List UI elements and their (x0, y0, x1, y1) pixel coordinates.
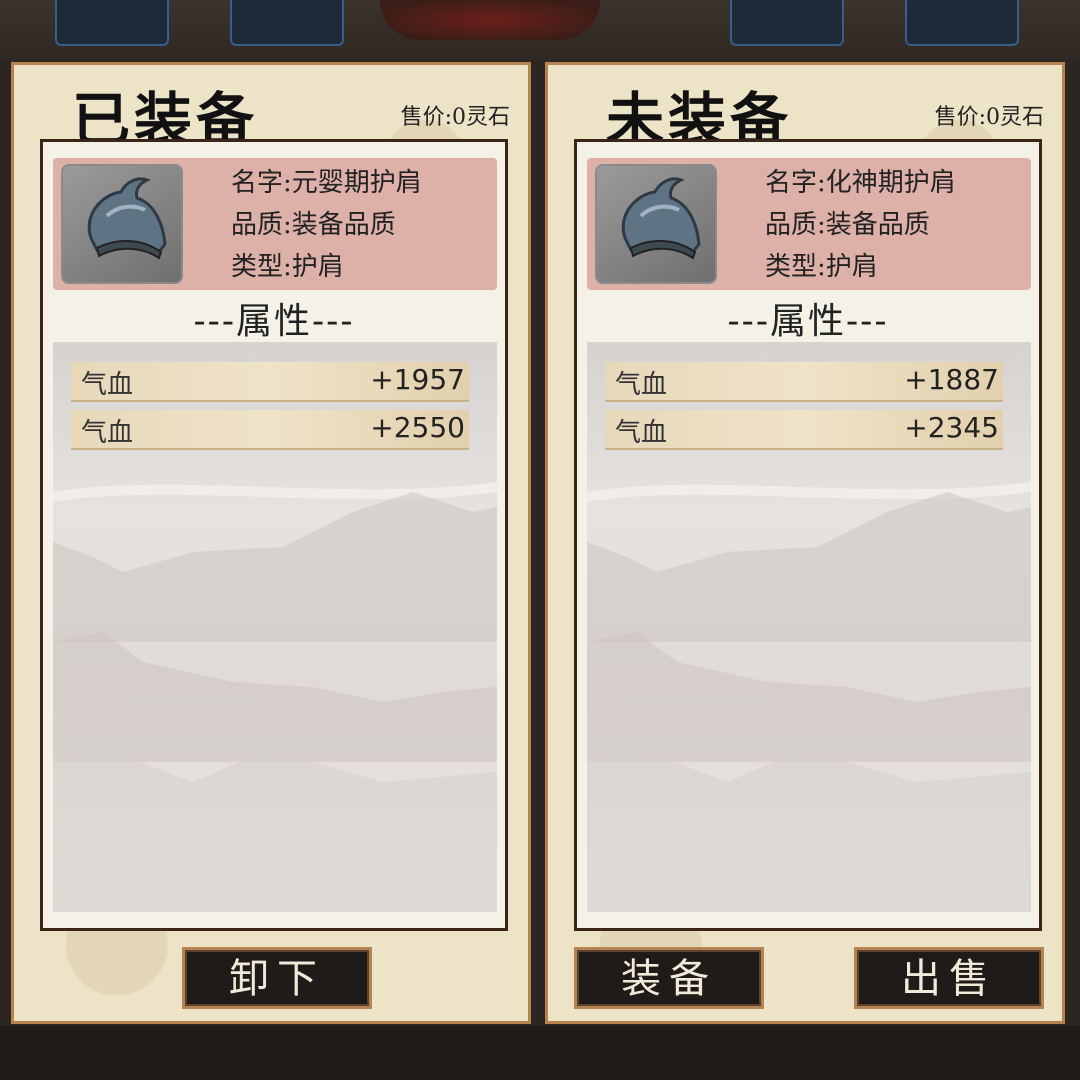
attribute-name: 气血 (81, 370, 134, 400)
item-name: 名字:化神期护肩 (765, 168, 956, 198)
item-quality: 品质:装备品质 (765, 210, 930, 240)
shoulder-guard-icon (595, 164, 717, 284)
shoulder-guard-icon (61, 164, 183, 284)
unequip-button[interactable]: 卸下 (182, 947, 372, 1009)
item-quality: 品质:装备品质 (231, 210, 396, 240)
attributes-heading: ---属性--- (193, 301, 355, 342)
unequipped-panel: 未装备 售价:0灵石 名字:化神期护肩 品质:装备品质 类型:护肩 ---属性-… (545, 62, 1065, 1024)
equip-button[interactable]: 装备 (574, 947, 764, 1009)
attribute-row: 气血 +2550 (71, 410, 469, 450)
attributes-heading: ---属性--- (727, 301, 889, 342)
attribute-value: +2550 (370, 411, 465, 444)
background-slot (905, 0, 1019, 46)
background-slot (730, 0, 844, 46)
equipped-panel: 已装备 售价:0灵石 名字:元婴期护肩 品质:装备品质 类型:护肩 ---属性-… (11, 62, 531, 1024)
item-name: 名字:元婴期护肩 (231, 168, 422, 198)
item-info: 名字:化神期护肩 品质:装备品质 类型:护肩 (765, 162, 956, 288)
background-slot (55, 0, 169, 46)
item-info: 名字:元婴期护肩 品质:装备品质 类型:护肩 (231, 162, 422, 288)
item-type: 类型:护肩 (765, 252, 878, 282)
item-header: 名字:化神期护肩 品质:装备品质 类型:护肩 (587, 158, 1031, 290)
attribute-row: 气血 +2345 (605, 410, 1003, 450)
background-banner (380, 0, 600, 40)
attribute-name: 气血 (81, 418, 134, 448)
attribute-value: +2345 (904, 411, 999, 444)
background-slot (230, 0, 344, 46)
item-header: 名字:元婴期护肩 品质:装备品质 类型:护肩 (53, 158, 497, 290)
item-type: 类型:护肩 (231, 252, 344, 282)
sell-price: 售价:0灵石 (400, 105, 510, 130)
item-detail-frame: 名字:化神期护肩 品质:装备品质 类型:护肩 ---属性--- 气血 +1887… (574, 139, 1042, 931)
attribute-row: 气血 +1957 (71, 362, 469, 402)
item-detail-frame: 名字:元婴期护肩 品质:装备品质 类型:护肩 ---属性--- 气血 +1957… (40, 139, 508, 931)
sell-price: 售价:0灵石 (934, 105, 1044, 130)
sell-button[interactable]: 出售 (854, 947, 1044, 1009)
attribute-value: +1887 (904, 363, 999, 396)
attributes-area: 气血 +1957 气血 +2550 (53, 342, 497, 912)
attribute-name: 气血 (615, 418, 668, 448)
attribute-name: 气血 (615, 370, 668, 400)
attribute-row: 气血 +1887 (605, 362, 1003, 402)
attribute-value: +1957 (370, 363, 465, 396)
background-bottom (0, 1026, 1080, 1080)
attributes-area: 气血 +1887 气血 +2345 (587, 342, 1031, 912)
